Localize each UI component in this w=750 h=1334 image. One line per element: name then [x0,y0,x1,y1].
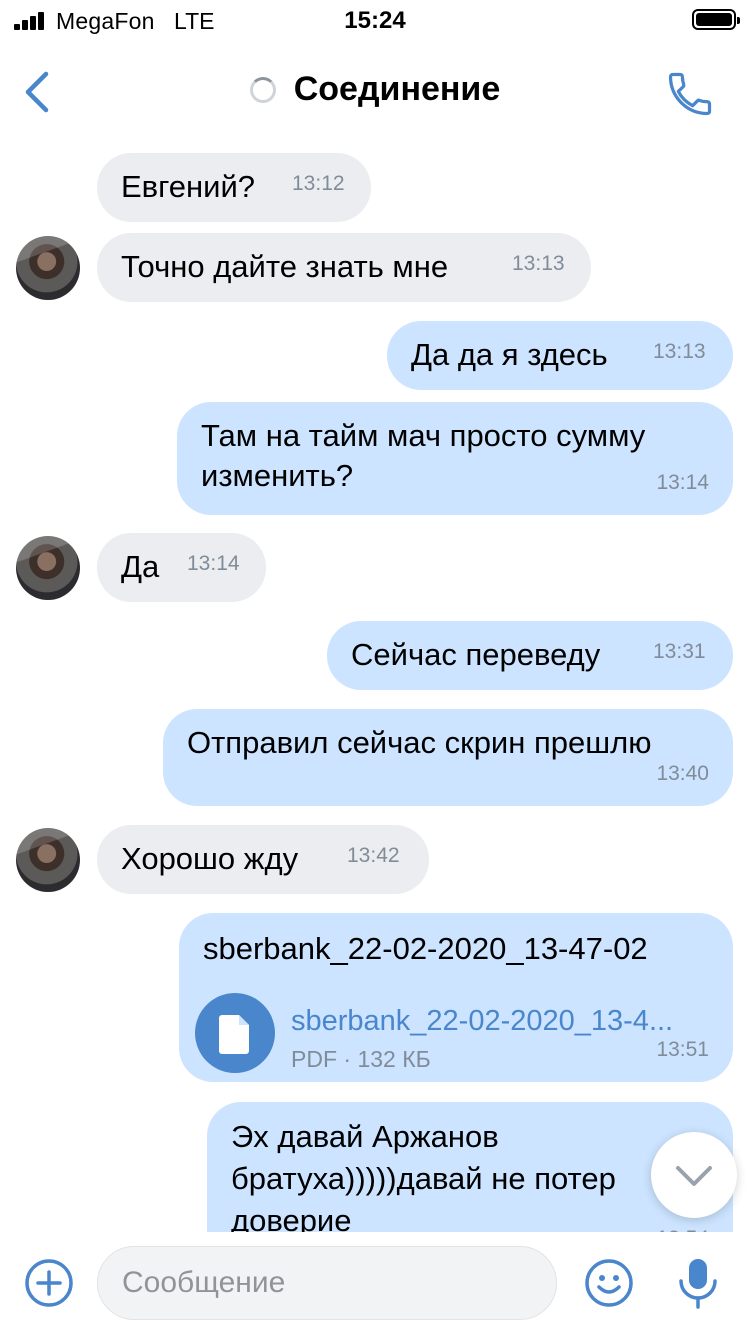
status-time: 15:24 [344,7,406,34]
status-bar: MegaFon LTE 15:24 [0,0,750,42]
message-time: 13:40 [656,762,709,785]
message-text: Хорошо жду [121,841,299,876]
message-text-line: изменить? [201,458,354,493]
message-bubble-outgoing[interactable]: Сейчас переведу 13:31 [327,621,733,690]
message-text: Евгений? [121,169,256,204]
phone-icon [668,72,712,116]
emoji-button[interactable] [584,1258,634,1308]
voice-message-button[interactable] [676,1256,720,1310]
message-bubble-incoming[interactable]: Да 13:14 [97,533,266,602]
message-bubble-outgoing[interactable]: Отправил сейчас скрин прешлю 13:40 [163,709,733,806]
document-icon [195,993,275,1073]
file-name[interactable]: sberbank_22-02-2020_13-4... [291,1001,673,1041]
message-list[interactable]: Евгений? 13:12 Точно дайте знать мне 13:… [0,142,750,1232]
contact-avatar[interactable] [16,236,80,300]
battery-icon [692,9,740,30]
message-bubble-outgoing[interactable]: Там на тайм мач просто сумму изменить? 1… [177,402,733,515]
contact-avatar[interactable] [16,536,80,600]
message-bubble-outgoing[interactable]: Да да я здесь 13:13 [387,321,733,390]
message-time: 13:14 [187,552,240,575]
file-attachment[interactable]: sberbank_22-02-2020_13-4... PDF · 132 КБ [195,993,715,1079]
message-composer [0,1232,750,1334]
message-text: Да [121,549,160,584]
attach-button[interactable] [24,1258,74,1308]
spinner-icon [249,76,276,103]
message-text-line: доверие [231,1203,352,1232]
message-time: 13:42 [347,844,400,867]
chat-title-area: Соединение [0,70,750,109]
message-text-line: Эх давай Аржанов [231,1119,499,1154]
message-text: Отправил сейчас скрин прешлю [187,725,652,760]
message-time: 13:12 [292,172,345,195]
message-bubble-incoming[interactable]: Хорошо жду 13:42 [97,825,429,894]
message-time: 13:54 [656,1218,709,1232]
chevron-down-icon [676,1166,712,1186]
message-time: 13:13 [653,340,706,363]
file-meta: PDF · 132 КБ [291,1046,431,1072]
message-text: sberbank_22-02-2020_13-47-02 [203,931,648,966]
chat-title: Соединение [293,70,501,108]
message-text-line: Там на тайм мач просто сумму [201,418,646,453]
message-text: Точно дайте знать мне [121,249,449,284]
message-input[interactable] [97,1246,557,1320]
message-bubble-outgoing[interactable]: sberbank_22-02-2020_13-47-02 sberbank_22… [179,913,733,1082]
message-bubble-incoming[interactable]: Евгений? 13:12 [97,153,371,222]
message-time: 13:51 [656,1038,709,1061]
chat-header: Соединение [0,42,750,142]
message-text-line: братуха)))))давай не потер [231,1161,616,1196]
message-text: Сейчас переведу [351,637,601,672]
scroll-to-bottom-button[interactable] [651,1132,737,1218]
message-time: 13:31 [653,640,706,663]
plus-icon [25,1259,73,1307]
call-button[interactable] [664,68,716,120]
contact-avatar[interactable] [16,828,80,892]
message-time: 13:14 [656,471,709,494]
smile-icon [585,1259,633,1307]
message-time: 13:13 [512,252,565,275]
microphone-icon [679,1259,717,1309]
message-text: Да да я здесь [411,337,608,372]
message-bubble-incoming[interactable]: Точно дайте знать мне 13:13 [97,233,591,302]
